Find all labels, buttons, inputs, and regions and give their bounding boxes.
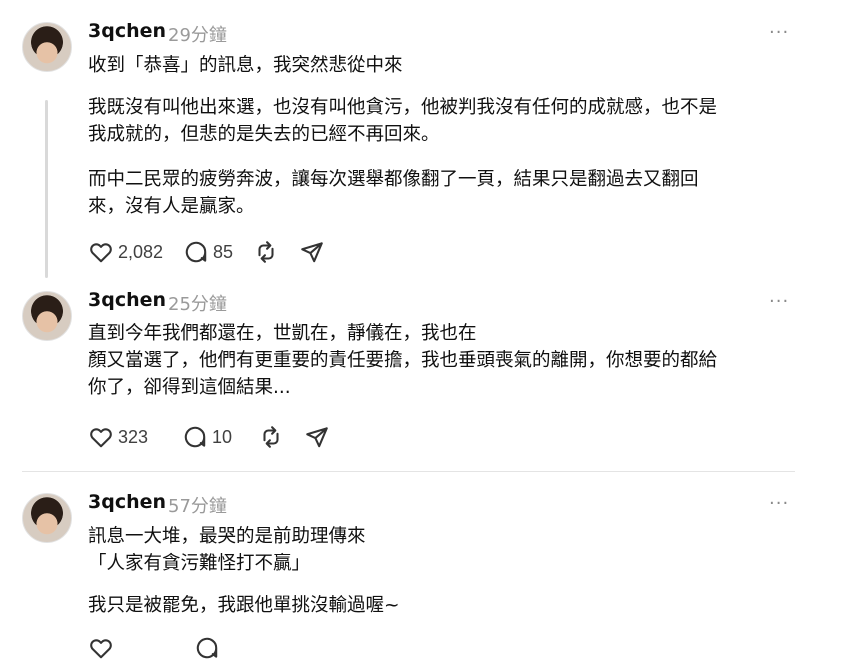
more-icon[interactable]: ···	[769, 493, 789, 514]
send-icon	[301, 242, 323, 263]
reply-count: 10	[212, 426, 233, 447]
reply-button[interactable]: 10	[182, 424, 232, 450]
post-text: 訊息一大堆，最哭的是前助理傳來 「人家有貪污難怪打不贏」	[88, 526, 366, 574]
post-time[interactable]: 25分鐘	[168, 290, 227, 316]
username[interactable]: 3qchen	[88, 289, 166, 311]
share-button[interactable]	[299, 239, 325, 265]
like-button[interactable]: 323	[88, 424, 148, 450]
more-icon[interactable]: ···	[769, 291, 789, 312]
like-count: 2,082	[118, 241, 164, 262]
reply-button[interactable]	[194, 635, 220, 661]
username[interactable]: 3qchen	[88, 491, 166, 513]
post-text: 我只是被罷免，我跟他單挑沒輸過喔~	[88, 595, 400, 616]
avatar[interactable]	[22, 291, 72, 341]
repost-button[interactable]	[253, 239, 279, 265]
comment-icon	[185, 241, 207, 263]
like-count: 323	[118, 426, 149, 447]
divider	[22, 471, 795, 472]
post-time[interactable]: 57分鐘	[168, 492, 227, 518]
heart-icon	[90, 428, 112, 448]
share-button[interactable]	[304, 424, 330, 450]
post-time[interactable]: 29分鐘	[168, 21, 227, 47]
avatar[interactable]	[22, 493, 72, 543]
post-text: 直到今年我們都還在，世凱在，靜儀在，我也在 顏又當選了，他們有更重要的責任要擔，…	[88, 323, 718, 398]
comment-icon	[196, 637, 218, 659]
like-button[interactable]	[88, 635, 114, 661]
avatar[interactable]	[22, 22, 72, 72]
heart-icon	[90, 243, 112, 263]
username[interactable]: 3qchen	[88, 20, 166, 42]
post-text: 收到「恭喜」的訊息，我突然悲從中來	[88, 55, 403, 76]
action-bar: 323 10	[88, 423, 350, 451]
reply-button[interactable]: 85	[183, 239, 233, 265]
thread-line	[45, 100, 48, 278]
post-text: 而中二民眾的疲勞奔波，讓每次選舉都像翻了一頁，結果只是翻過去又翻回 來，沒有人是…	[88, 169, 699, 217]
action-bar: 2,082 85	[88, 238, 345, 266]
send-icon	[306, 427, 328, 448]
repost-icon	[258, 241, 274, 263]
repost-button[interactable]	[258, 424, 284, 450]
repost-icon	[263, 426, 279, 448]
reply-count: 85	[213, 241, 234, 262]
more-icon[interactable]: ···	[769, 22, 789, 43]
heart-icon	[90, 639, 112, 659]
post-text: 我既沒有叫他出來選，也沒有叫他貪污，他被判我沒有任何的成就感，也不是 我成就的，…	[88, 97, 718, 145]
action-bar	[88, 634, 240, 662]
like-button[interactable]: 2,082	[88, 239, 163, 265]
comment-icon	[184, 426, 206, 448]
